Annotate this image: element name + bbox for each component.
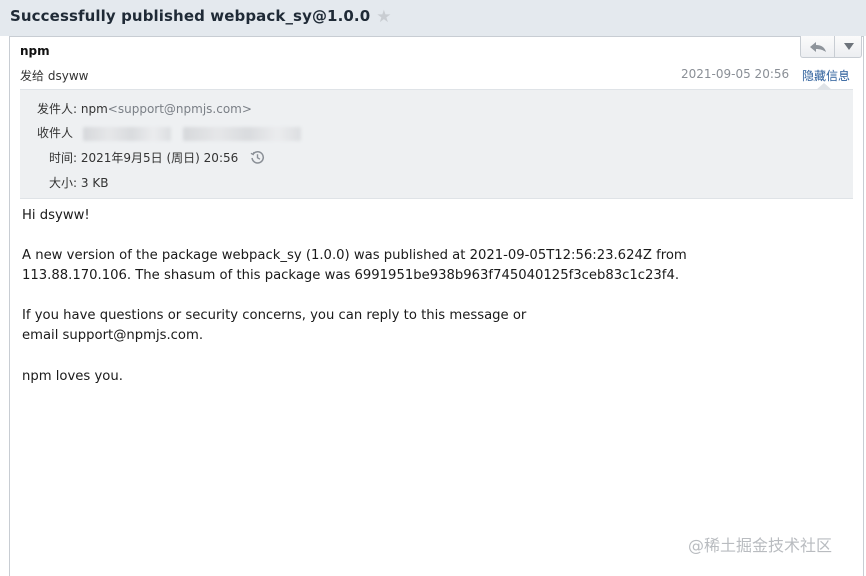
more-actions-button[interactable]	[835, 36, 862, 57]
sender-name[interactable]: npm	[20, 44, 50, 58]
message-actions	[800, 36, 862, 58]
time-label: 时间:	[49, 151, 78, 165]
time-value: 2021年9月5日 (周日) 20:56	[80, 151, 239, 165]
chevron-down-icon	[843, 43, 854, 50]
size-value: 3 KB	[80, 176, 109, 190]
sent-to-label: 发给	[20, 69, 45, 83]
reply-button[interactable]	[801, 36, 835, 57]
watermark: @稀土掘金技术社区	[688, 536, 833, 555]
history-clock-icon[interactable]	[250, 150, 265, 165]
from-name[interactable]: npm	[81, 102, 108, 116]
redacted-recipient-address	[182, 126, 301, 141]
body-greeting: Hi dsyww!	[22, 208, 90, 223]
star-icon[interactable]: ★	[376, 7, 391, 27]
body-paragraph-1-line-2: 113.88.170.106. The shasum of this packa…	[22, 268, 680, 283]
size-label: 大小:	[49, 176, 78, 190]
from-label: 发件人:	[37, 102, 78, 116]
body-paragraph-1-line-1: A new version of the package webpack_sy …	[22, 248, 687, 263]
sent-to-line: 发给 dsyww	[20, 67, 88, 84]
body-paragraph-2-line-1: If you have questions or security concer…	[22, 308, 527, 323]
from-address[interactable]: <support@npmjs.com>	[108, 102, 252, 116]
message-date: 2021-09-05 20:56	[681, 67, 790, 81]
subject-bar: Successfully published webpack_sy@1.0.0 ★	[0, 0, 866, 36]
from-row: 发件人: npm<support@npmjs.com>	[37, 100, 252, 117]
recipient-name[interactable]: dsyww	[48, 69, 89, 83]
reply-arrow-icon	[809, 41, 826, 52]
to-row: 收件人	[37, 124, 301, 141]
details-panel: 发件人: npm<support@npmjs.com> 收件人 时间: 2021…	[20, 89, 853, 199]
redacted-recipient	[82, 126, 171, 141]
size-row: 大小: 3 KB	[49, 174, 108, 191]
to-label: 收件人	[37, 126, 74, 140]
subject-title: Successfully published webpack_sy@1.0.0 ★	[10, 7, 392, 27]
hide-details-link[interactable]: 隐藏信息	[802, 67, 850, 84]
time-row: 时间: 2021年9月5日 (周日) 20:56	[49, 149, 265, 166]
body-paragraph-2-line-2: email support@npmjs.com.	[22, 328, 204, 343]
body-signoff: npm loves you.	[22, 369, 123, 384]
subject-text: Successfully published webpack_sy@1.0.0	[10, 7, 371, 25]
